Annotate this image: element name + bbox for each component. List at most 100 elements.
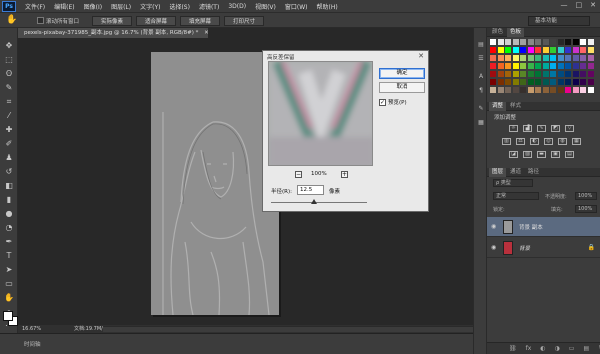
- radius-slider-track[interactable]: [271, 202, 367, 203]
- tool-presets-icon[interactable]: ▦: [476, 118, 486, 128]
- crop-tool-icon[interactable]: ⌗: [2, 96, 16, 107]
- layer-row-background-copy[interactable]: ◉ 背景 副本: [487, 217, 600, 237]
- ok-button[interactable]: 确定: [379, 68, 425, 79]
- color-swatch[interactable]: [557, 87, 564, 93]
- clone-stamp-tool-icon[interactable]: ♟: [2, 152, 16, 163]
- menu-filter[interactable]: 滤镜(T): [199, 2, 219, 11]
- color-swatch[interactable]: [550, 55, 556, 61]
- color-swatch[interactable]: [565, 47, 571, 53]
- color-swatch[interactable]: [550, 63, 556, 69]
- color-swatch[interactable]: [527, 39, 534, 45]
- minimize-button[interactable]: —: [561, 1, 568, 9]
- color-swatch[interactable]: [497, 87, 504, 93]
- color-swatch[interactable]: [542, 63, 549, 69]
- color-swatch[interactable]: [527, 47, 534, 53]
- color-swatch[interactable]: [520, 79, 526, 85]
- color-swatch[interactable]: [505, 71, 511, 77]
- document-tab-close-icon[interactable]: ✕: [204, 30, 208, 36]
- dialog-close-icon[interactable]: ✕: [418, 52, 424, 60]
- color-swatch[interactable]: [497, 47, 504, 53]
- tab-styles[interactable]: 样式: [507, 102, 524, 111]
- black-white-icon[interactable]: ◐: [530, 138, 539, 145]
- history-brush-tool-icon[interactable]: ↺: [2, 166, 16, 177]
- color-swatch[interactable]: [572, 55, 579, 61]
- maximize-button[interactable]: □: [576, 1, 583, 9]
- scroll-all-windows-checkbox[interactable]: [37, 17, 44, 24]
- close-button[interactable]: ✕: [590, 1, 596, 9]
- color-swatch[interactable]: [587, 63, 594, 69]
- hue-saturation-icon[interactable]: ▥: [502, 138, 511, 145]
- hand-tool-icon[interactable]: ✋: [6, 15, 17, 25]
- document-tab[interactable]: pexels-pixabay-371985_副本.jpg @ 16.7% (背景…: [18, 28, 208, 38]
- timeline-label[interactable]: 时间轴: [24, 340, 41, 348]
- color-balance-icon[interactable]: ⚖: [516, 138, 525, 145]
- tab-layers[interactable]: 图层: [489, 168, 507, 177]
- dodge-tool-icon[interactable]: ◔: [2, 222, 16, 233]
- color-swatch[interactable]: [565, 63, 571, 69]
- color-swatch[interactable]: [497, 79, 504, 85]
- link-layers-icon[interactable]: ⛓: [509, 345, 517, 352]
- menu-select[interactable]: 选择(S): [169, 2, 190, 11]
- layer-row-background[interactable]: ◉ 背景 🔒: [487, 238, 600, 258]
- type-tool-icon[interactable]: T: [2, 250, 16, 261]
- zoom-out-button[interactable]: −: [295, 171, 302, 178]
- document-image[interactable]: [151, 52, 279, 315]
- color-swatch[interactable]: [520, 87, 526, 93]
- menu-file[interactable]: 文件(F): [25, 2, 45, 11]
- fill-input[interactable]: 100%: [575, 205, 597, 213]
- lasso-tool-icon[interactable]: ʘ: [2, 68, 16, 79]
- hand-tool-sidebar-icon[interactable]: ✋: [2, 292, 16, 303]
- color-swatch[interactable]: [550, 87, 556, 93]
- horizontal-scrollbar[interactable]: [103, 326, 473, 332]
- color-swatch[interactable]: [587, 71, 594, 77]
- menu-layer[interactable]: 图层(L): [111, 2, 131, 11]
- color-swatch[interactable]: [557, 39, 564, 45]
- color-swatch[interactable]: [520, 55, 526, 61]
- gradient-map-icon[interactable]: ▤: [565, 151, 574, 158]
- layer-kind-filter[interactable]: ρ 类型: [493, 179, 533, 187]
- color-swatch[interactable]: [512, 47, 519, 53]
- filter-preview[interactable]: [268, 61, 373, 166]
- color-swatch[interactable]: [520, 71, 526, 77]
- tab-channels[interactable]: 通道: [507, 168, 524, 177]
- opacity-input[interactable]: 100%: [575, 192, 597, 200]
- preview-checkbox[interactable]: ✓: [379, 99, 386, 106]
- color-swatch[interactable]: [587, 55, 594, 61]
- exposure-adjust-icon[interactable]: ◩: [551, 125, 560, 132]
- color-swatch[interactable]: [512, 63, 519, 69]
- color-swatch[interactable]: [505, 63, 511, 69]
- color-swatch[interactable]: [512, 55, 519, 61]
- color-swatch[interactable]: [542, 47, 549, 53]
- color-swatch[interactable]: [527, 63, 534, 69]
- color-swatch[interactable]: [580, 39, 586, 45]
- menu-type[interactable]: 文字(Y): [140, 2, 160, 11]
- color-swatch[interactable]: [512, 79, 519, 85]
- color-swatch[interactable]: [587, 87, 594, 93]
- color-swatch[interactable]: [535, 87, 541, 93]
- radius-slider-thumb[interactable]: [311, 199, 318, 204]
- new-layer-icon[interactable]: ▤: [583, 345, 589, 352]
- color-swatch[interactable]: [587, 79, 594, 85]
- properties-panel-icon[interactable]: ☰: [476, 54, 486, 64]
- color-swatch[interactable]: [550, 39, 556, 45]
- menu-window[interactable]: 窗口(W): [285, 2, 308, 11]
- visibility-eye-icon[interactable]: ◉: [491, 223, 496, 230]
- menu-image[interactable]: 图像(I): [84, 2, 102, 11]
- color-swatch[interactable]: [550, 47, 556, 53]
- color-swatch[interactable]: [535, 79, 541, 85]
- color-swatch[interactable]: [550, 71, 556, 77]
- color-swatch[interactable]: [565, 55, 571, 61]
- tab-adjustments[interactable]: 调整: [489, 102, 507, 111]
- quick-select-tool-icon[interactable]: ✎: [2, 82, 16, 93]
- actual-pixels-button[interactable]: 实际像素: [92, 16, 132, 26]
- color-swatch[interactable]: [490, 87, 496, 93]
- invert-icon[interactable]: ◪: [509, 151, 518, 158]
- color-swatch[interactable]: [542, 39, 549, 45]
- menu-edit[interactable]: 编辑(E): [54, 2, 74, 11]
- color-swatch[interactable]: [505, 55, 511, 61]
- color-swatch[interactable]: [557, 55, 564, 61]
- color-swatch[interactable]: [572, 71, 579, 77]
- color-swatch[interactable]: [565, 79, 571, 85]
- blend-mode-select[interactable]: 正常: [493, 192, 539, 200]
- color-swatch[interactable]: [572, 39, 579, 45]
